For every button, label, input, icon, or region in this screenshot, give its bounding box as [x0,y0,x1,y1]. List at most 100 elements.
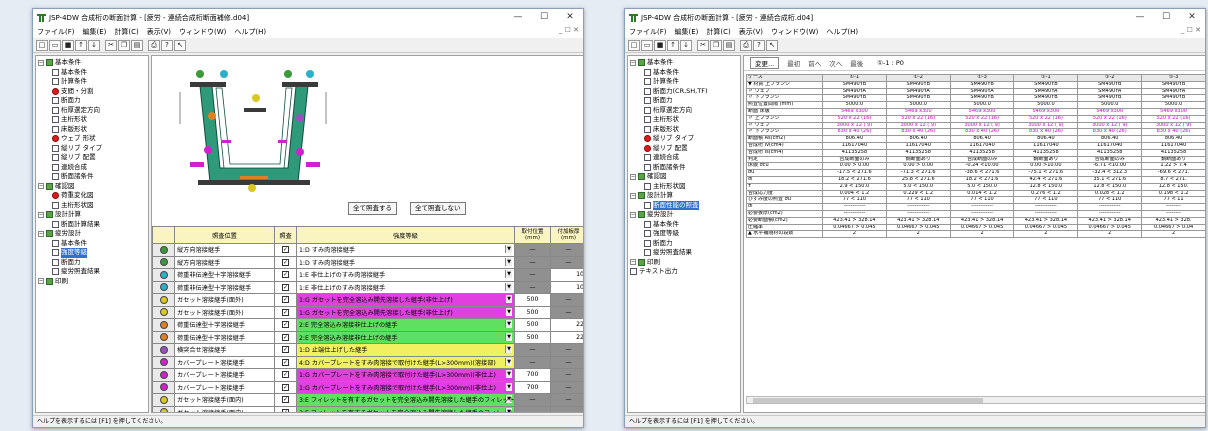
checkbox[interactable]: ✓ [282,383,289,391]
tree-item[interactable]: − 疲労設計 [628,210,740,220]
collapse-toggle-icon[interactable]: − [38,183,44,190]
tree-item[interactable]: 主桁形状図 [36,201,148,211]
menu-edit[interactable]: 編集(E) [675,27,699,37]
menu-view[interactable]: 表示(V) [739,27,763,37]
tree-item[interactable]: 断面諸条件 [628,163,740,173]
tree-item[interactable]: 主桁形状図 [628,182,740,192]
mount-position-input[interactable]: — [514,280,551,294]
grade-dropdown[interactable]: ▼ 1:D すみ肉溶接継手 [296,255,515,269]
added-thickness-input[interactable]: — [550,355,583,369]
collapse-toggle-icon[interactable]: − [38,278,44,285]
grade-dropdown[interactable]: ▼ 1:G ガセットを完全溶込み開先溶接した継手(非仕上げ) [296,293,515,307]
tree-item[interactable]: 主桁形状 [36,115,148,125]
tree-item[interactable]: − 設計計算 [36,210,148,220]
check-toggle[interactable]: ✓ [274,255,297,269]
check-all-button[interactable]: 全て照査する [348,202,397,215]
context-help-icon[interactable]: ↖ [766,39,778,51]
tree-item[interactable]: 疲労照査結果 [628,248,740,258]
chevron-down-icon[interactable]: ▼ [505,270,512,279]
help-icon[interactable]: ? [161,39,173,51]
check-toggle[interactable]: ✓ [274,293,297,307]
tree-item[interactable]: 計算条件 [36,77,148,87]
checkbox[interactable]: ✓ [282,346,289,354]
last-button[interactable]: 最後 [850,58,863,68]
tree-item[interactable]: 断面力 [36,258,148,268]
added-thickness-input[interactable]: — [550,368,583,382]
tree-item[interactable]: 基本条件 [36,68,148,78]
check-toggle[interactable]: ✓ [274,380,297,394]
maximize-button[interactable]: ☐ [1153,9,1179,26]
check-toggle[interactable]: ✓ [274,280,297,294]
menu-file[interactable]: ファイル(F) [37,27,75,37]
tree-item[interactable]: 床版形状 [36,125,148,135]
arrow-down-icon[interactable]: ↓ [680,39,692,51]
chevron-down-icon[interactable]: ▼ [505,245,512,254]
grade-dropdown[interactable]: ▼ 1:D 止端仕上げした継手 [296,343,515,357]
print-icon[interactable]: ⎙ [740,39,752,51]
mount-position-input[interactable]: 500 [514,305,551,319]
menu-file[interactable]: ファイル(F) [629,27,667,37]
chevron-down-icon[interactable]: ▼ [505,307,512,316]
mdi-controls[interactable]: _ ☐ ✕ [559,26,579,34]
check-toggle[interactable]: ✓ [274,355,297,369]
mount-position-input[interactable]: — [514,268,551,282]
new-file-icon[interactable]: □ [36,39,48,51]
collapse-toggle-icon[interactable]: − [630,59,636,66]
grade-dropdown[interactable]: ▼ 1:E 非仕上げのすみ肉溶接継手 [296,268,515,282]
paste-icon[interactable]: ▤ [723,39,735,51]
mount-position-input[interactable]: — [514,343,551,357]
added-thickness-input[interactable]: 10 [550,280,583,294]
check-toggle[interactable]: ✓ [274,393,297,407]
checkbox[interactable]: ✓ [282,408,289,412]
grade-dropdown[interactable]: ▼3:E フィレットを有するガセットを完全溶込み開先溶接した継手のフィレット [296,405,515,412]
tree-item[interactable]: − 確認図 [36,182,148,192]
paste-icon[interactable]: ▤ [131,39,143,51]
tree-item[interactable]: 断面力 [628,96,740,106]
tree-item[interactable]: 縦リブ タイプ [628,134,740,144]
mount-position-input[interactable]: 500 [514,318,551,332]
tree-item[interactable]: 断面計算結果 [36,220,148,230]
open-folder-icon[interactable]: ▭ [641,39,653,51]
tree-item[interactable]: 断面力 [36,96,148,106]
check-toggle[interactable]: ✓ [274,343,297,357]
mount-position-input[interactable]: 700 [514,380,551,394]
checkbox[interactable]: ✓ [282,396,289,404]
mount-position-input[interactable]: 700 [514,368,551,382]
copy-icon[interactable]: ❐ [118,39,130,51]
tree-item[interactable]: 縦リブ タイプ [36,144,148,154]
checkbox[interactable]: ✓ [282,258,289,266]
arrow-down-icon[interactable]: ↓ [88,39,100,51]
help-icon[interactable]: ? [753,39,765,51]
added-thickness-input[interactable]: — [550,305,583,319]
grade-dropdown[interactable]: ▼ 1:D すみ肉溶接継手 [296,243,515,257]
mount-position-input[interactable]: 500 [514,293,551,307]
checkbox[interactable]: ✓ [282,308,289,316]
collapse-toggle-icon[interactable]: − [38,211,44,218]
chevron-down-icon[interactable]: ▼ [505,257,512,266]
menu-help[interactable]: ヘルプ(H) [826,27,858,37]
chevron-down-icon[interactable]: ▼ [505,370,512,379]
tree-item[interactable]: 強度等級 [36,248,148,258]
collapse-toggle-icon[interactable]: − [38,59,44,66]
collapse-toggle-icon[interactable]: − [630,259,636,266]
arrow-up-icon[interactable]: ↑ [75,39,87,51]
tree-item[interactable]: − 印刷 [36,277,148,287]
uncheck-all-button[interactable]: 全て照査しない [410,202,466,215]
tree-item[interactable]: 床版形状 [628,125,740,135]
chevron-down-icon[interactable]: ▼ [505,345,512,354]
menu-edit[interactable]: 編集(E) [83,27,107,37]
check-toggle[interactable]: ✓ [274,368,297,382]
tree-item[interactable]: − 疲労設計 [36,229,148,239]
tree-item[interactable]: 断面性能の照査 [628,200,740,210]
change-button[interactable]: 変更... [750,57,780,69]
save-icon[interactable]: ■ [62,39,74,51]
new-file-icon[interactable]: □ [628,39,640,51]
chevron-down-icon[interactable]: ▼ [505,332,512,341]
tree-item[interactable]: − 確認図 [628,172,740,182]
chevron-down-icon[interactable]: ▼ [505,295,512,304]
checkbox[interactable]: ✓ [282,271,289,279]
mount-position-input[interactable]: 500 [514,330,551,344]
added-thickness-input[interactable]: 22 [550,318,583,332]
minimize-button[interactable]: — [1127,9,1153,26]
added-thickness-input[interactable]: — [550,380,583,394]
